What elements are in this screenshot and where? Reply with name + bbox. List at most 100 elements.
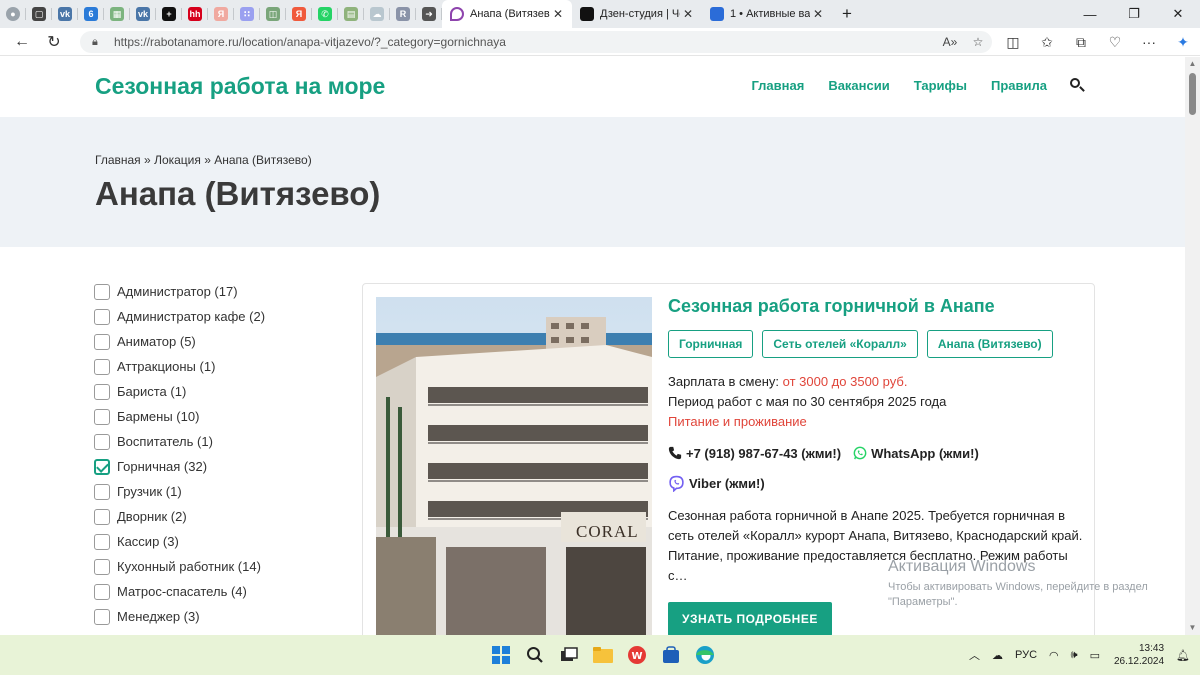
filter-checkbox[interactable] <box>94 508 110 525</box>
filter-item[interactable]: Грузчик (1) <box>94 479 334 504</box>
filter-checkbox[interactable] <box>94 408 110 425</box>
breadcrumb-location[interactable]: Локация <box>154 153 201 167</box>
notifications-bell-icon[interactable]: 🔔︎ <box>1176 649 1190 662</box>
show-hidden-icons-icon[interactable]: ︿ <box>969 647 980 663</box>
filter-checkbox[interactable] <box>94 383 110 400</box>
close-window-button[interactable]: ✕ <box>1156 0 1200 28</box>
browser-tab[interactable]: 1 • Активные ва ✕ <box>702 0 832 28</box>
filter-item[interactable]: Кассир (3) <box>94 529 334 554</box>
browser-essentials-icon[interactable]: ♡ <box>1098 28 1132 56</box>
learn-more-button[interactable]: УЗНАТЬ ПОДРОБНЕЕ <box>668 602 832 635</box>
filter-item[interactable]: Дворник (2) <box>94 504 334 529</box>
clock[interactable]: 13:43 26.12.2024 <box>1114 642 1164 668</box>
filter-item[interactable]: Матрос-спасатель (4) <box>94 579 334 604</box>
pinned-tab-avito[interactable]: ∷ <box>234 0 260 28</box>
filter-item[interactable]: Аниматор (5) <box>94 329 334 354</box>
close-tab-icon[interactable]: ✕ <box>810 7 826 21</box>
language-indicator[interactable]: РУС <box>1015 649 1037 661</box>
filter-item[interactable]: Администратор кафе (2) <box>94 304 334 329</box>
volume-icon[interactable]: 🕪︎ <box>1071 649 1078 662</box>
nav-link[interactable]: Правила <box>991 78 1047 93</box>
browser-tab[interactable]: Дзен-студия | Черн✕ <box>572 0 702 28</box>
edge-browser-icon[interactable] <box>688 639 722 671</box>
page-scrollbar[interactable]: ▲ ▼ <box>1185 57 1200 635</box>
phone-link[interactable]: +7 (918) 987-67-43 (жми!) <box>668 446 841 461</box>
wps-office-icon[interactable]: W <box>620 639 654 671</box>
pinned-tab-profile[interactable]: ● <box>0 0 26 28</box>
store-icon[interactable] <box>654 639 688 671</box>
more-menu-icon[interactable]: ··· <box>1132 28 1166 56</box>
pinned-tab-workspaces[interactable]: ▢ <box>26 0 52 28</box>
copilot-icon[interactable]: ✦ <box>1166 28 1200 56</box>
cloud-tray-icon[interactable]: ☁ <box>992 649 1003 662</box>
site-logo[interactable]: Сезонная работа на море <box>95 73 385 100</box>
filter-item[interactable]: Менеджер (3) <box>94 604 334 629</box>
filter-checkbox[interactable] <box>94 283 110 300</box>
pinned-tab-image[interactable]: ▦ <box>104 0 130 28</box>
pinned-tab-vk2[interactable]: vk <box>130 0 156 28</box>
nav-link[interactable]: Главная <box>751 78 804 93</box>
close-tab-icon[interactable]: ✕ <box>680 7 696 21</box>
filter-item[interactable]: Кухонный работник (14) <box>94 554 334 579</box>
filter-item[interactable]: Администратор (17) <box>94 279 334 304</box>
filter-checkbox[interactable] <box>94 308 110 325</box>
read-aloud-icon[interactable]: A» <box>936 35 964 49</box>
nav-link[interactable]: Вакансии <box>828 78 889 93</box>
filter-item[interactable]: Бармены (10) <box>94 404 334 429</box>
task-view-icon[interactable] <box>552 639 586 671</box>
url-field[interactable]: 🔒︎ https://rabotanamore.ru/location/anap… <box>80 31 992 53</box>
whatsapp-link[interactable]: WhatsApp (жми!) <box>853 446 979 461</box>
search-icon[interactable] <box>1069 77 1085 93</box>
collections-icon[interactable]: ⧉ <box>1064 28 1098 56</box>
filter-checkbox[interactable] <box>94 358 110 375</box>
new-tab-button[interactable]: + <box>832 0 862 28</box>
filter-item[interactable]: Горничная (32) <box>94 454 334 479</box>
pinned-tab-rpage[interactable]: R <box>390 0 416 28</box>
pinned-tab-hh[interactable]: hh <box>182 0 208 28</box>
search-taskbar-icon[interactable] <box>518 639 552 671</box>
scroll-up-arrow-icon[interactable]: ▲ <box>1185 57 1200 71</box>
filter-checkbox[interactable] <box>94 533 110 550</box>
pinned-tab-count-six[interactable]: 6 <box>78 0 104 28</box>
filter-item[interactable]: Воспитатель (1) <box>94 429 334 454</box>
pinned-tab-dzen[interactable]: + <box>156 0 182 28</box>
hotel-photo[interactable]: CORAL <box>376 297 652 635</box>
pinned-tab-photo[interactable]: ◫ <box>260 0 286 28</box>
close-tab-icon[interactable]: ✕ <box>550 7 566 21</box>
job-tag[interactable]: Сеть отелей «Коралл» <box>762 330 918 358</box>
viber-link[interactable]: Viber (жми!) <box>668 475 765 492</box>
filter-checkbox[interactable] <box>94 333 110 350</box>
browser-tab[interactable]: Анапа (Витязево) -✕ <box>442 0 572 28</box>
pinned-tab-sheet[interactable]: ▤ <box>338 0 364 28</box>
wifi-icon[interactable]: ◠ <box>1049 649 1059 662</box>
pinned-tab-vk[interactable]: vk <box>52 0 78 28</box>
nav-link[interactable]: Тарифы <box>914 78 967 93</box>
breadcrumb-home[interactable]: Главная <box>95 153 141 167</box>
scroll-thumb[interactable] <box>1189 73 1196 115</box>
split-screen-icon[interactable]: ◫ <box>996 28 1030 56</box>
filter-checkbox[interactable] <box>94 583 110 600</box>
filter-item[interactable]: Бариста (1) <box>94 379 334 404</box>
favorites-icon[interactable]: ✩ <box>1030 28 1064 56</box>
filter-checkbox[interactable] <box>94 608 110 625</box>
minimize-button[interactable]: — <box>1068 0 1112 28</box>
job-tag[interactable]: Горничная <box>668 330 754 358</box>
job-title[interactable]: Сезонная работа горничной в Анапе <box>668 296 1083 317</box>
pinned-tab-cloud[interactable]: ☁ <box>364 0 390 28</box>
favorite-star-icon[interactable]: ☆ <box>964 35 992 49</box>
filter-checkbox[interactable] <box>94 433 110 450</box>
pinned-tab-yandex2[interactable]: Я <box>286 0 312 28</box>
job-tag[interactable]: Анапа (Витязево) <box>926 330 1053 358</box>
restore-button[interactable]: ❐ <box>1112 0 1156 28</box>
filter-checkbox[interactable] <box>94 558 110 575</box>
pinned-tab-yandex[interactable]: Я <box>208 0 234 28</box>
start-button-icon[interactable] <box>484 639 518 671</box>
pinned-tab-whatsapp[interactable]: ✆ <box>312 0 338 28</box>
pinned-tab-arrow[interactable]: ➜ <box>416 0 442 28</box>
filter-checkbox[interactable] <box>94 483 110 500</box>
back-button[interactable]: ← <box>6 28 38 56</box>
scroll-down-arrow-icon[interactable]: ▼ <box>1185 621 1200 635</box>
refresh-button[interactable]: ↻ <box>38 28 70 56</box>
filter-checkbox[interactable] <box>94 458 110 475</box>
file-explorer-icon[interactable] <box>586 639 620 671</box>
